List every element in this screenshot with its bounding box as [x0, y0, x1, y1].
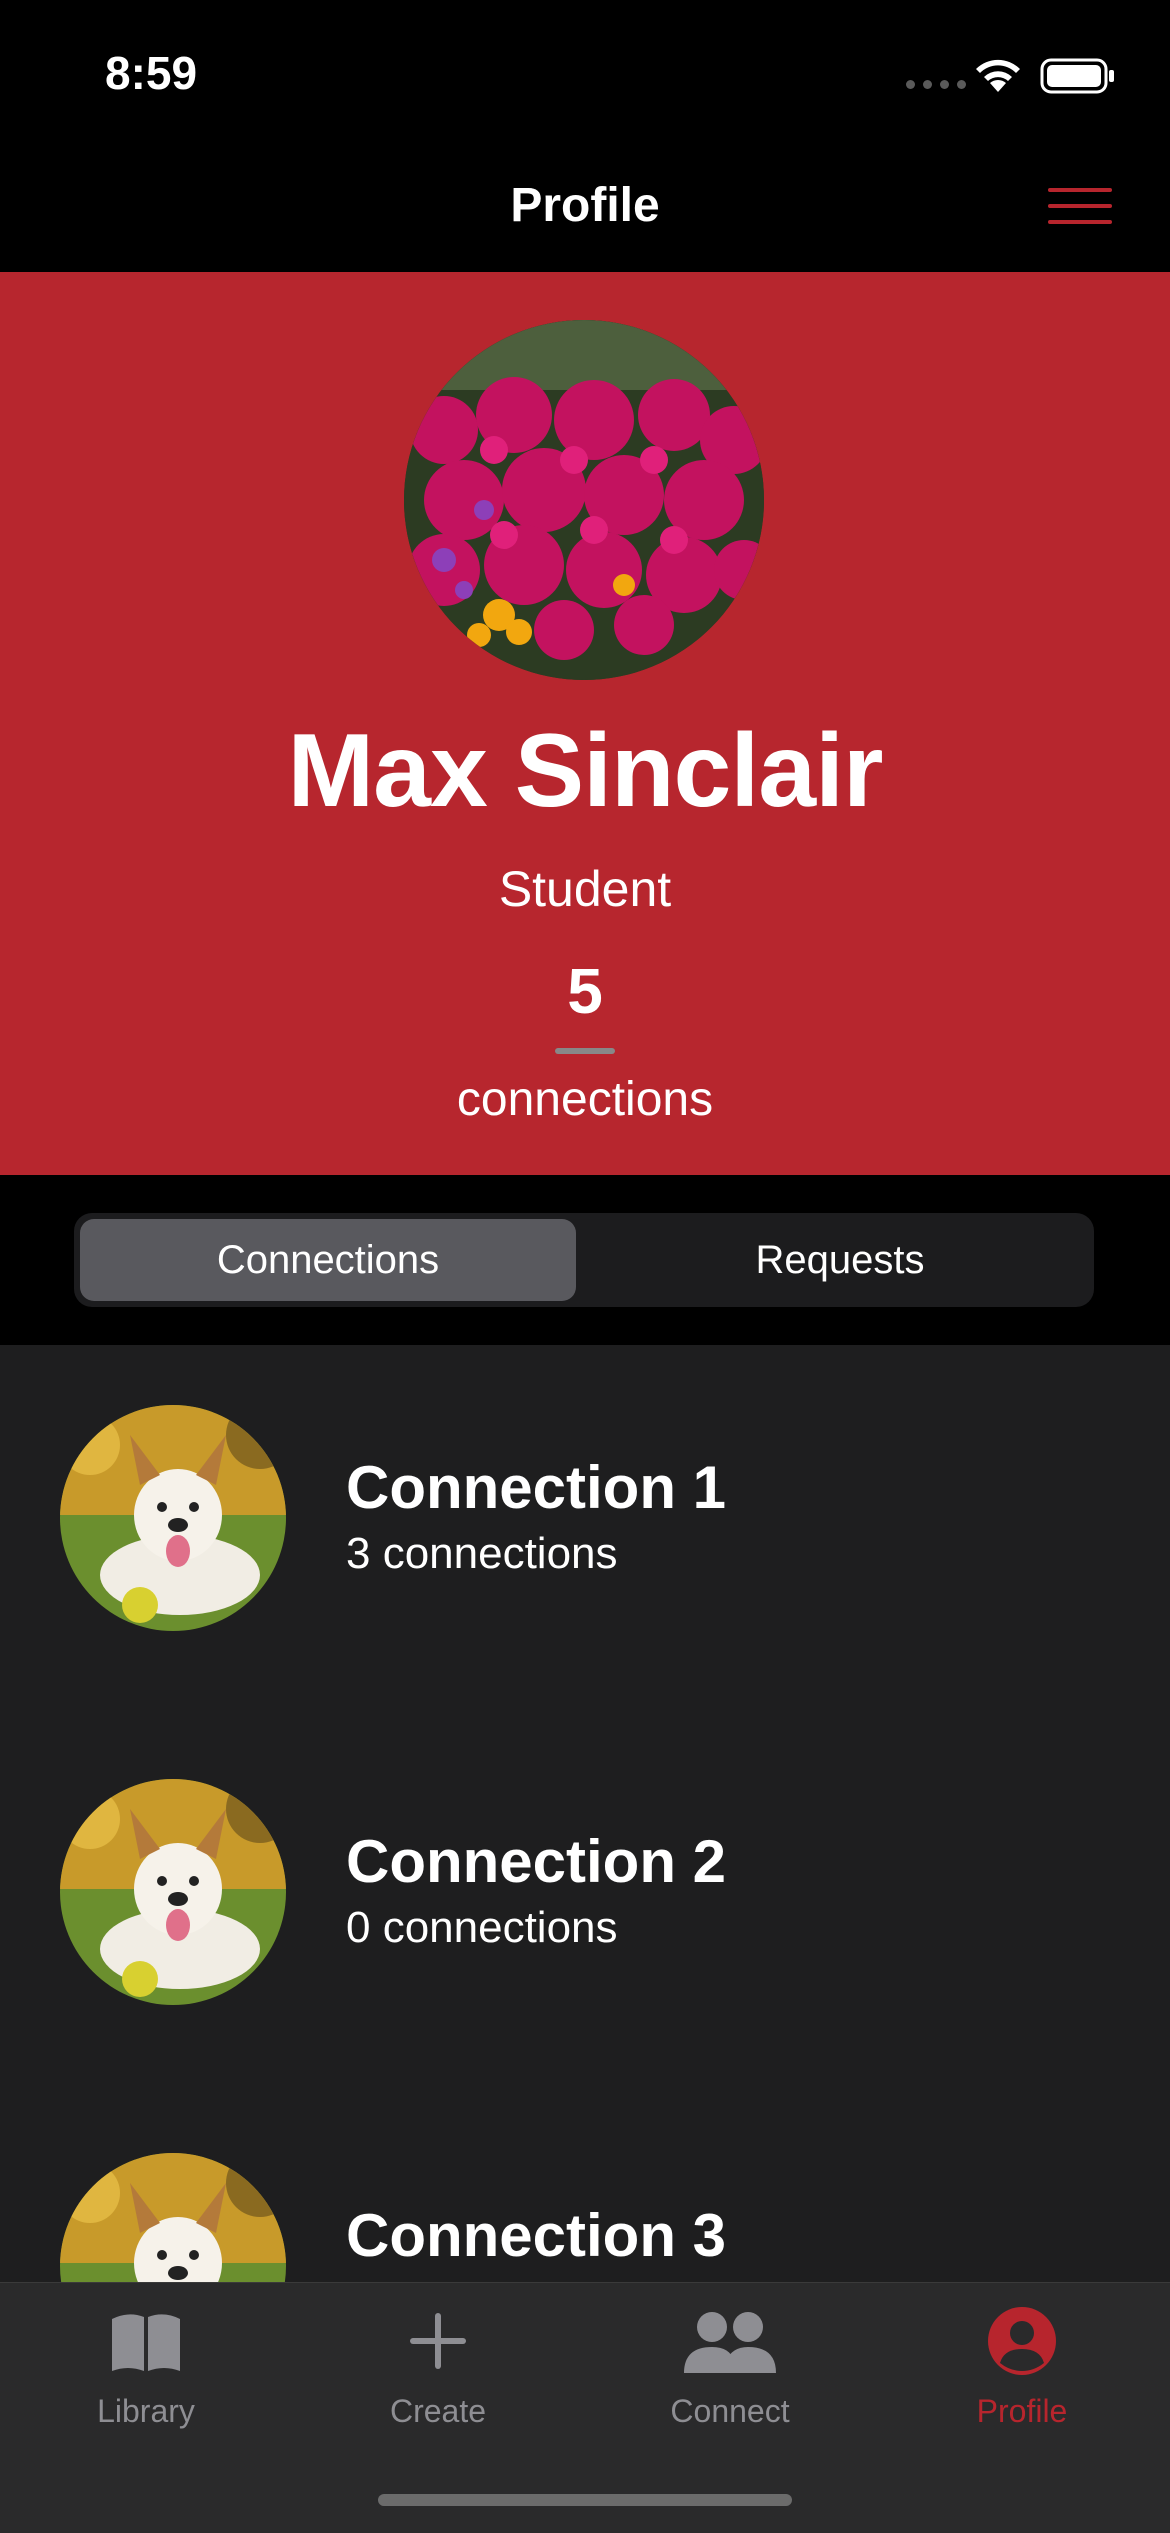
avatar [60, 2153, 286, 2282]
connection-count-text: 0 connections [346, 1903, 618, 1952]
tab-label: Profile [976, 2393, 1068, 2429]
dog-photo [60, 2153, 286, 2282]
avatar [60, 1405, 286, 1631]
segment-connections[interactable]: Connections [80, 1219, 576, 1301]
page-title: Profile [510, 179, 660, 232]
cellular-signal-icon [906, 80, 966, 89]
dog-photo [60, 1405, 286, 1631]
connection-count-label: connections [456, 1073, 714, 1126]
list-item[interactable]: Connection 1 3 connections [0, 1345, 1170, 1719]
person-circle-icon [988, 2307, 1056, 2375]
tab-profile[interactable]: Profile [876, 2301, 1168, 2441]
battery-icon [1040, 58, 1114, 94]
segmented-control-area: Connections Requests [0, 1175, 1170, 1345]
status-time: 8:59 [105, 47, 198, 99]
tab-label: Connect [670, 2393, 790, 2429]
list-item[interactable]: Connection 2 0 connections [0, 1719, 1170, 2093]
hamburger-menu-icon[interactable] [1040, 182, 1120, 232]
status-bar: 8:59 [0, 0, 1170, 140]
home-indicator[interactable] [378, 2494, 792, 2506]
tab-create[interactable]: Create [292, 2301, 584, 2441]
wifi-icon [976, 59, 1020, 92]
profile-role: Student [498, 861, 672, 917]
connection-name: Connection 3 [346, 2202, 727, 2269]
segmented-control: Connections Requests [74, 1213, 1094, 1307]
list-item[interactable]: Connection 3 [0, 2093, 1170, 2282]
people-icon [684, 2312, 776, 2373]
dog-photo [60, 1779, 286, 2005]
tab-label: Library [97, 2393, 195, 2429]
book-icon [112, 2314, 180, 2371]
tab-library[interactable]: Library [0, 2301, 292, 2441]
connection-count-underline [555, 1048, 615, 1054]
profile-header: Max Sinclair Student 5 connections [0, 272, 1170, 1175]
tab-connect[interactable]: Connect [584, 2301, 876, 2441]
segment-requests[interactable]: Requests [592, 1219, 1088, 1301]
connections-list[interactable]: Connection 1 3 connections Connection 2 … [0, 1345, 1170, 2282]
connection-count-text: 3 connections [346, 1529, 618, 1578]
connection-count[interactable]: 5 [0, 954, 1170, 1028]
profile-avatar[interactable] [404, 320, 764, 680]
flower-field-photo [404, 320, 764, 680]
connection-name: Connection 1 [346, 1454, 727, 1521]
navigation-bar: Profile [0, 140, 1170, 272]
connection-name: Connection 2 [346, 1828, 727, 1895]
plus-icon [410, 2313, 466, 2369]
tab-label: Create [389, 2393, 487, 2429]
avatar [60, 1779, 286, 2005]
profile-name: Max Sinclair [287, 713, 884, 829]
